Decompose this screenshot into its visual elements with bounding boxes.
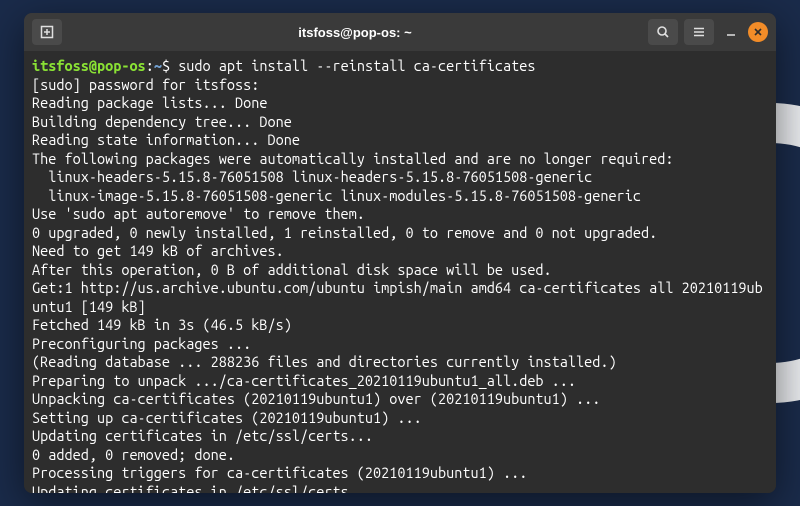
command-text: sudo apt install --reinstall ca-certific… <box>178 57 535 74</box>
prompt-user-host: itsfoss@pop-os <box>32 57 146 74</box>
close-icon <box>753 27 763 37</box>
window-title: itsfoss@pop-os: ~ <box>70 25 640 40</box>
new-tab-button[interactable] <box>32 19 62 45</box>
close-button[interactable] <box>748 22 768 42</box>
new-tab-icon <box>40 25 54 39</box>
minimize-button[interactable] <box>720 21 742 43</box>
prompt-path: ~ <box>154 57 162 74</box>
hamburger-icon <box>692 25 706 39</box>
titlebar-controls <box>648 19 768 45</box>
terminal-window: itsfoss@pop-os: ~ <box>24 13 776 493</box>
search-icon <box>656 25 670 39</box>
prompt-symbol: $ <box>162 57 178 74</box>
prompt-separator: : <box>146 57 154 74</box>
minimize-icon <box>725 26 737 38</box>
menu-button[interactable] <box>684 19 714 45</box>
terminal-body[interactable]: itsfoss@pop-os:~$ sudo apt install --rei… <box>24 51 776 493</box>
search-button[interactable] <box>648 19 678 45</box>
terminal-output: [sudo] password for itsfoss: Reading pac… <box>32 76 764 494</box>
window-titlebar: itsfoss@pop-os: ~ <box>24 13 776 51</box>
